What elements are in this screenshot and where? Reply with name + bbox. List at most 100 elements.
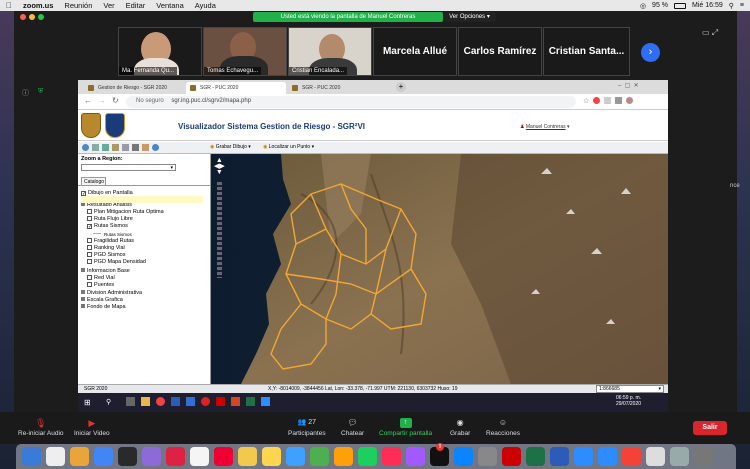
opera-icon[interactable] [201,397,210,406]
tab-catalogo[interactable]: Catalogo [81,177,106,185]
word-icon[interactable] [171,397,180,406]
record-button[interactable]: ◉ Grabar [450,418,470,437]
dock-messages-icon[interactable] [262,447,281,466]
participant-tile[interactable]: Tomas Echavegu... [203,27,287,76]
layer-checkbox[interactable] [87,238,92,243]
dock-calendar-icon[interactable] [166,447,185,466]
acrobat-icon[interactable] [216,397,225,406]
share-screen-button[interactable]: ↑ Compartir pantalla [379,418,432,437]
participant-tile[interactable]: Cristian Santa... [543,27,630,76]
dock-system-prefs-icon[interactable] [454,447,473,466]
opera-extension-icon[interactable] [593,97,601,104]
dock-contacts-icon[interactable] [238,447,257,466]
layer-item[interactable]: Informacion Base [81,268,130,275]
fullscreen-window-button[interactable] [38,14,44,20]
satellite-map[interactable]: ▲ ◀▶ ▼ [211,154,668,384]
layer-item[interactable]: Ranking Vial [87,245,125,252]
layer-item[interactable]: Escala Grafica [81,297,123,304]
search-icon[interactable]: ⚲ [729,2,734,10]
layer-checkbox[interactable] [87,259,92,264]
close-window-button[interactable] [20,14,26,20]
window-buttons[interactable]: – ▢ ✕ [618,82,639,89]
participant-tile[interactable]: Cristian Encalada... [288,27,372,76]
layer-item[interactable]: Resultado Analisis [81,202,132,209]
dock-finder-icon[interactable] [22,447,41,466]
security-shield-icon[interactable]: ⛨ [38,88,43,96]
menu-ayuda[interactable]: Ayuda [195,1,216,10]
layer-checkbox[interactable]: ✓ [87,224,92,230]
dock-music-icon[interactable] [358,447,377,466]
dock-trash-icon[interactable] [670,447,689,466]
dock-notes-icon[interactable] [190,447,209,466]
dock-spotify-icon[interactable] [574,447,593,466]
chrome-icon[interactable] [156,397,165,406]
layer-item[interactable]: Division Administrativa [81,290,142,297]
reload-icon[interactable]: ↻ [112,96,119,105]
apple-icon[interactable]:  [6,1,12,10]
menu-editar[interactable]: Editar [126,1,146,10]
clock[interactable]: Mié 16:59 [692,2,723,9]
layer-checkbox[interactable] [87,216,92,221]
browser-tab-active[interactable]: SGR - PUC 2020 [186,82,286,94]
zoom-out-tool-icon[interactable] [112,144,119,151]
start-video-button[interactable]: ▶︎ Iniciar Video [74,418,110,437]
pan-control[interactable]: ▲ ◀▶ ▼ [214,157,225,176]
info-tool-icon[interactable] [82,144,89,151]
layer-checkbox[interactable] [87,282,92,287]
zoom-slider[interactable] [217,182,222,278]
dock-zoom-icon[interactable] [550,447,569,466]
dock-chrome-icon[interactable] [94,447,113,466]
participant-tile[interactable]: Ma. Fernanda Qu... [118,27,202,76]
windows-start-icon[interactable]: ⊞ [84,398,91,407]
menu-reunion[interactable]: Reunión [64,1,92,10]
participant-tile[interactable]: Marcela Allué [373,27,457,76]
participants-button[interactable]: 👥 27 Participantes [288,418,326,437]
menu-ver[interactable]: Ver [103,1,114,10]
layer-item[interactable]: Puentes [87,282,114,289]
browser-tab[interactable]: SGR - PUC 2020 [288,82,388,94]
dock-word-icon[interactable] [526,447,545,466]
participant-tile[interactable]: Carlos Ramírez [458,27,542,76]
globe-tool-icon[interactable] [152,144,159,151]
menu-app-name[interactable]: zoom.us [23,1,53,10]
minimize-window-button[interactable] [29,14,35,20]
dock-photos-icon[interactable] [214,447,233,466]
back-icon[interactable]: ← [84,96,92,105]
extension-icon[interactable] [604,97,612,104]
browser-tab[interactable]: Gestion de Riesgo - SGR 2020 [84,82,184,94]
dock-siri-icon[interactable] [142,447,161,466]
info-icon[interactable]: ⓘ [22,88,29,98]
dock-safari-icon[interactable] [70,447,89,466]
dock-keynote-icon[interactable] [334,447,353,466]
outlook-icon[interactable] [186,397,195,406]
layer-item[interactable]: Fragilidad Rutas [87,238,134,245]
dock-acrobat-icon[interactable] [478,447,497,466]
task-view-icon[interactable] [126,397,135,406]
layer-checkbox[interactable] [87,252,92,257]
layer-item[interactable]: PGD Sismos [87,252,125,259]
extension-icon[interactable] [615,97,623,104]
layer-checkbox[interactable] [87,275,92,280]
chat-button[interactable]: 💬︎ Chatear [341,418,364,437]
view-options-button[interactable]: Ver Opciones ▾ [443,12,496,22]
zoom-app-icon[interactable] [261,397,270,406]
leave-button[interactable]: Salir [693,421,727,435]
dock-facetime-icon[interactable] [286,447,305,466]
dock-preview-icon[interactable] [622,447,641,466]
layer-item[interactable]: Fondo de Mapa [81,304,126,311]
layer-checkbox[interactable] [87,245,92,250]
layer-checkbox[interactable] [87,209,92,214]
pan-tool-icon[interactable] [92,144,99,151]
dock-apple-tv-icon[interactable] [406,447,425,466]
battery-icon[interactable] [674,2,687,9]
dock-excel-icon[interactable] [502,447,521,466]
layer-item[interactable]: Rutas Sismos [93,231,132,238]
gallery-view-icons[interactable]: ▭ ⤢ [702,28,718,38]
zoom-in-tool-icon[interactable] [102,144,109,151]
forward-icon[interactable]: → [98,96,106,105]
menu-ventana[interactable]: Ventana [156,1,184,10]
layer-item[interactable]: Plan Mitigacion Ruta Optima [87,209,164,216]
region-select[interactable]: ▾ [81,164,176,171]
reinit-audio-button[interactable]: 🎙︎ Re-iniciar Audio [18,418,64,437]
taskbar-clock[interactable]: 06:59 p. m. 29/07/2020 [616,395,641,407]
